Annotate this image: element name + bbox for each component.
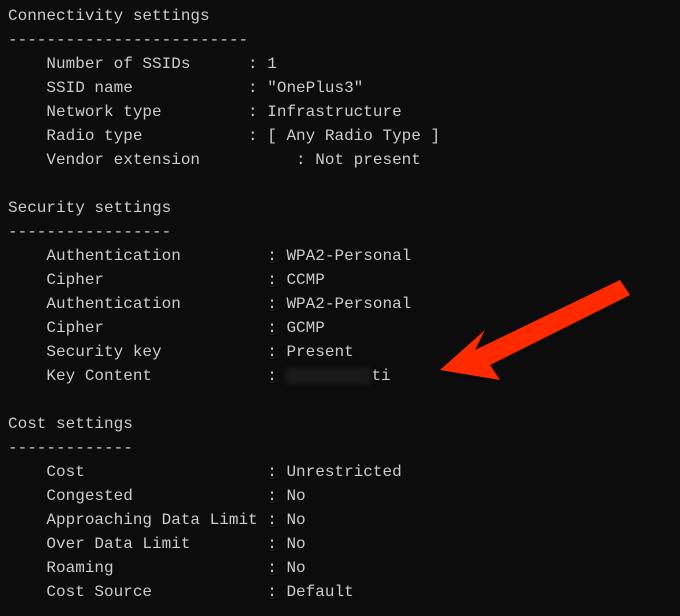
congested-label: Congested [46,487,132,505]
connectivity-divider: ------------------------- [8,31,248,49]
cipher1-label: Cipher [46,271,104,289]
cost-value: Unrestricted [286,463,401,481]
roaming-value: No [286,559,305,577]
ssid-name-label: SSID name [46,79,132,97]
auth2-label: Authentication [46,295,180,313]
cost-label: Cost [46,463,84,481]
over-limit-label: Over Data Limit [46,535,190,553]
network-type-label: Network type [46,103,161,121]
cost-source-value: Default [286,583,353,601]
vendor-ext-label: Vendor extension [46,151,200,169]
security-title: Security settings [8,199,171,217]
approaching-value: No [286,511,305,529]
vendor-ext-value: Not present [315,151,421,169]
security-key-label: Security key [46,343,161,361]
cost-source-label: Cost Source [46,583,152,601]
cipher2-value: GCMP [286,319,324,337]
roaming-label: Roaming [46,559,113,577]
cost-title: Cost settings [8,415,133,433]
radio-type-value: [ Any Radio Type ] [267,127,440,145]
terminal-output: Connectivity settings ------------------… [8,4,672,604]
auth1-label: Authentication [46,247,180,265]
ssid-name-value: "OnePlus3" [267,79,363,97]
auth1-value: WPA2-Personal [286,247,411,265]
key-content-label: Key Content [46,367,152,385]
cipher1-value: CCMP [286,271,324,289]
connectivity-title: Connectivity settings [8,7,210,25]
security-key-value: Present [286,343,353,361]
cipher2-label: Cipher [46,319,104,337]
num-ssids-label: Number of SSIDs [46,55,190,73]
radio-type-label: Radio type [46,127,142,145]
network-type-value: Infrastructure [267,103,401,121]
congested-value: No [286,487,305,505]
key-content-redacted [286,368,371,384]
cost-divider: ------------- [8,439,133,457]
security-divider: ----------------- [8,223,171,241]
key-content-suffix: ti [371,367,390,385]
over-limit-value: No [286,535,305,553]
approaching-label: Approaching Data Limit [46,511,257,529]
num-ssids-value: 1 [267,55,277,73]
auth2-value: WPA2-Personal [286,295,411,313]
